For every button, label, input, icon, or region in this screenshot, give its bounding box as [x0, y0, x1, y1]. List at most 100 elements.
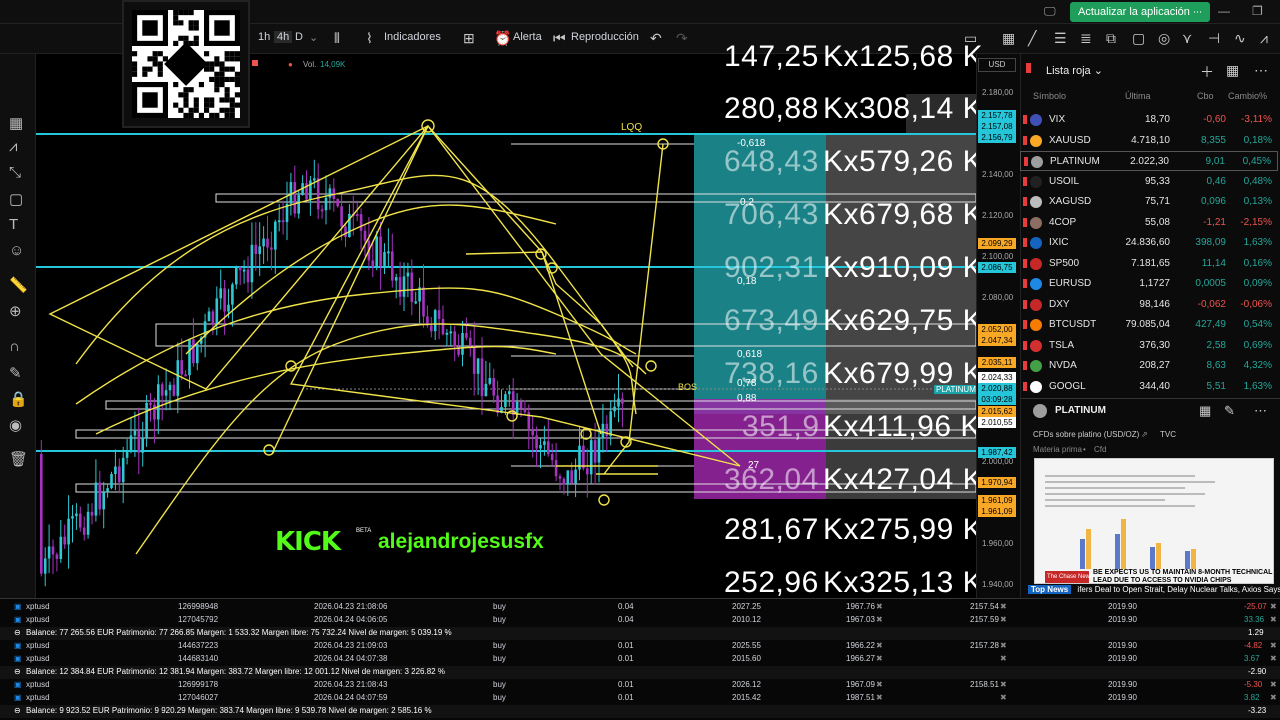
replay-icon[interactable]: ⏮ [553, 30, 566, 47]
fib-retracement-icon[interactable]: ⤡ [9, 164, 21, 181]
position-row[interactable]: ▣ xptusd 144637223 2026.04.23 21:09:03 buy 0.… [0, 640, 1280, 653]
red-flag-icon[interactable] [1023, 340, 1027, 350]
watchlist-row[interactable]: TSLA 376,30 2,58 0,69% [1020, 336, 1278, 356]
red-flag-icon[interactable] [1023, 176, 1027, 186]
line-tool-icon[interactable]: ⩘ [9, 138, 17, 155]
update-app-button[interactable]: Actualizar la aplicación ∙∙∙ [1070, 2, 1211, 22]
watchlist-row[interactable]: DXY 98,146 -0,062 -0,06% [1020, 295, 1278, 315]
add-symbol-icon[interactable]: ＋ [1200, 62, 1214, 82]
ruler-tool-icon[interactable]: 📏 [9, 276, 28, 294]
news-thumbnail[interactable]: The Chase News BE EXPECTS US TO MAINTAIN… [1034, 458, 1274, 584]
crosshair-tool-icon[interactable]: ▦ [9, 114, 23, 132]
watchlist-row[interactable]: GOOGL 344,40 5,51 1,63% [1020, 377, 1278, 397]
news-ticker[interactable]: Top News ifers Deal to Open Strait, Dela… [1028, 585, 1280, 598]
remove-tp-icon[interactable]: ✖ [1000, 601, 1007, 614]
edit-icon[interactable]: ✎ [1224, 403, 1235, 419]
red-flag-icon[interactable] [1023, 238, 1027, 247]
detail-more-icon[interactable]: ⋯ [1254, 403, 1267, 419]
watchlist-row[interactable]: BTCUSDT 79.085,04 427,49 0,54% [1020, 315, 1278, 335]
close-position-icon[interactable]: ✖ [1270, 601, 1277, 614]
monitor-icon[interactable]: 🖵 [1044, 4, 1056, 19]
more-options-icon[interactable]: ⋯ [1254, 62, 1268, 79]
watchlist-row[interactable]: PLATINUM 2.022,30 9,01 0,45% [1020, 151, 1278, 171]
watchlist-row[interactable]: NVDA 208,27 8,63 4,32% [1020, 356, 1278, 376]
remove-sl-icon[interactable]: ✖ [876, 692, 883, 705]
interval-dropdown-icon[interactable]: ⌄ [309, 31, 318, 44]
remove-sl-icon[interactable]: ✖ [876, 601, 883, 614]
remove-tp-icon[interactable]: ✖ [1000, 679, 1007, 692]
watchlist-title[interactable]: Lista roja ⌄ [1046, 64, 1103, 77]
watchlist-row[interactable]: IXIC 24.836,60 398,09 1,63% [1020, 233, 1278, 253]
zigzag-tool-icon[interactable]: ⩘ [1260, 30, 1268, 47]
shapes-tool-icon[interactable]: ▢ [9, 190, 23, 208]
position-row[interactable]: ▣ xptusd 126999178 2026.04.23 21:08:43 buy 0.… [0, 679, 1280, 692]
close-position-icon[interactable]: ✖ [1270, 640, 1277, 653]
watchlist-row[interactable]: SP500 7.181,65 11,14 0,16% [1020, 254, 1278, 274]
expand-icon[interactable]: ⊖ [14, 627, 21, 640]
grid-tool-icon[interactable]: ▦ [1002, 30, 1015, 47]
column-symbol[interactable]: Símbolo [1033, 91, 1066, 101]
remove-sl-icon[interactable]: ✖ [876, 614, 883, 627]
zoom-tool-icon[interactable]: ⊕ [9, 302, 22, 320]
watchlist-row[interactable]: VIX 18,70 -0,60 -3,11% [1020, 110, 1278, 130]
text-tool-icon[interactable]: T [9, 216, 18, 233]
fib-tool-icon[interactable]: ≣ [1080, 30, 1092, 47]
lock-icon[interactable]: 🔒 [9, 390, 28, 408]
watchlist-row[interactable]: EURUSD 1,1727 0,0005 0,09% [1020, 274, 1278, 294]
trendline-tool-icon[interactable]: ╱ [1028, 30, 1036, 47]
watchlist-row[interactable]: USOIL 95,33 0,46 0,48% [1020, 172, 1278, 192]
external-link-icon[interactable]: ⇗ [1141, 430, 1148, 439]
watchlist-layout-icon[interactable]: ▦ [1226, 62, 1239, 79]
position-row[interactable]: ▣ xptusd 126998948 2026.04.23 21:08:06 buy 0.… [0, 601, 1280, 614]
red-flag-icon[interactable] [1024, 157, 1028, 166]
red-flag-icon[interactable] [1023, 361, 1027, 370]
remove-sl-icon[interactable]: ✖ [876, 640, 883, 653]
undo-icon[interactable]: ↶ [650, 30, 662, 47]
circle-tool-icon[interactable]: ◎ [1158, 30, 1170, 47]
watchlist-row[interactable]: XAUUSD 4.718,10 8,355 0,18% [1020, 131, 1278, 151]
expand-icon[interactable]: ⊖ [14, 705, 21, 718]
red-flag-icon[interactable] [1023, 279, 1027, 288]
minimize-icon[interactable]: — [1218, 4, 1230, 18]
close-position-icon[interactable]: ✖ [1270, 614, 1277, 627]
interval-4h-button[interactable]: 4h [274, 31, 293, 43]
close-position-icon[interactable]: ✖ [1270, 692, 1277, 705]
red-flag-icon[interactable] [1023, 299, 1027, 309]
indicators-icon[interactable]: ⌇ [366, 30, 373, 47]
red-flag-icon[interactable] [1023, 381, 1027, 391]
remove-sl-icon[interactable]: ✖ [876, 653, 883, 666]
expand-icon[interactable]: ⊖ [14, 666, 21, 679]
close-position-icon[interactable]: ✖ [1270, 653, 1277, 666]
column-last[interactable]: Última [1125, 91, 1151, 101]
red-flag-icon[interactable] [1023, 197, 1027, 206]
replay-button[interactable]: Reproducción [571, 31, 639, 43]
remove-sl-icon[interactable]: ✖ [876, 679, 883, 692]
position-row[interactable]: ▣ xptusd 144683140 2026.04.24 04:07:38 buy 0.… [0, 653, 1280, 666]
trash-icon[interactable]: 🗑 [9, 450, 28, 468]
lock-drawing-icon[interactable]: ✎ [9, 364, 22, 382]
remove-tp-icon[interactable]: ✖ [1000, 692, 1007, 705]
magnet-tool-icon[interactable]: ∩ [9, 338, 20, 355]
lines-tool-icon[interactable]: ☰ [1054, 30, 1067, 47]
remove-tp-icon[interactable]: ✖ [1000, 640, 1007, 653]
account-balance-row[interactable]: ⊖ Balance: 12 384.84 EUR Patrimonio: 12 3… [0, 666, 1280, 679]
pattern-tool-icon[interactable]: ⋎ [1182, 30, 1192, 47]
measure-tool-icon[interactable]: ⊣ [1208, 30, 1220, 47]
currency-button[interactable]: USD [978, 58, 1016, 72]
watchlist-row[interactable]: XAGUSD 75,71 0,096 0,13% [1020, 192, 1278, 212]
column-change[interactable]: Cbo [1197, 91, 1214, 101]
watchlist-row[interactable]: 4COP 55,08 -1,21 -2,15% [1020, 213, 1278, 233]
column-change-pct[interactable]: Cambio% [1228, 91, 1267, 101]
interval-1h-button[interactable]: 1h [258, 31, 270, 43]
detail-layout-icon[interactable]: ▦ [1199, 403, 1211, 419]
position-row[interactable]: ▣ xptusd 127045792 2026.04.24 04:06:05 buy 0.… [0, 614, 1280, 627]
chart-type-icon[interactable]: ⫴ [334, 30, 340, 47]
red-flag-icon[interactable] [1023, 320, 1027, 329]
red-flag-icon[interactable] [1023, 217, 1027, 227]
emoji-tool-icon[interactable]: ☺ [9, 242, 24, 259]
account-balance-row[interactable]: ⊖ Balance: 9 923.52 EUR Patrimonio: 9 920… [0, 705, 1280, 718]
position-row[interactable]: ▣ xptusd 127046027 2026.04.24 04:07:59 buy 0.… [0, 692, 1280, 705]
alert-button[interactable]: Alerta [513, 31, 542, 43]
red-flag-icon[interactable] [1023, 258, 1027, 268]
red-flag-icon[interactable] [1023, 135, 1027, 145]
